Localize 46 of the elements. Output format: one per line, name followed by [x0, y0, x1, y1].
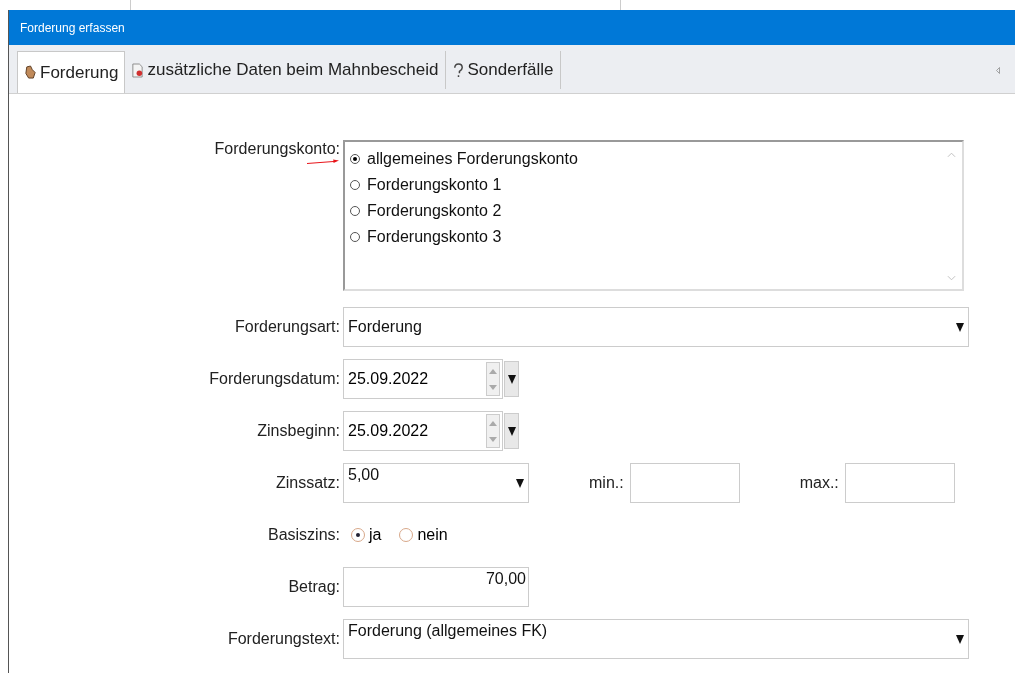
caret-icon — [956, 322, 964, 332]
input-field[interactable] — [629, 463, 740, 503]
field-label: Forderungskonto: — [214, 140, 340, 158]
dropdown-button[interactable] — [504, 413, 519, 449]
field-label: Forderungsart: — [235, 318, 340, 336]
input-field[interactable] — [844, 463, 955, 503]
scroll-up-icon[interactable] — [947, 152, 956, 158]
caret-icon — [956, 634, 964, 644]
option-label: ja — [369, 526, 382, 544]
field-label: Zinsbeginn: — [257, 422, 340, 440]
field-label: Zinssatz: — [276, 474, 340, 492]
option-label: Forderungskonto 3 — [367, 228, 502, 246]
account-option[interactable]: Forderungskonto 3 — [350, 224, 502, 250]
dropdown[interactable]: 5,00 — [343, 463, 529, 503]
amount-field[interactable]: 70,00 — [343, 567, 529, 607]
radio-button[interactable] — [399, 528, 414, 542]
option-label: Forderungskonto 1 — [367, 176, 502, 194]
field-label: Forderungstext: — [227, 630, 340, 648]
hand-icon — [24, 65, 37, 80]
tab[interactable]: zusätzliche Daten beim Mahnbescheid — [125, 51, 446, 89]
document-icon — [131, 62, 145, 78]
field-label: Forderungsdatum: — [209, 370, 340, 388]
account-option[interactable]: Forderungskonto 2 — [350, 198, 502, 224]
tab[interactable]: Sonderfälle — [445, 51, 561, 89]
account-option[interactable]: allgemeines Forderungskonto — [350, 146, 578, 172]
caret-icon — [516, 478, 524, 488]
account-option[interactable]: Forderungskonto 1 — [350, 172, 502, 198]
option-label: allgemeines Forderungskonto — [367, 150, 578, 168]
window-title: Forderung erfassen — [20, 20, 125, 35]
scroll-down-icon[interactable] — [947, 275, 956, 281]
question-icon — [451, 62, 465, 78]
date-field[interactable]: 25.09.2022 — [343, 359, 503, 399]
scroll-left-icon[interactable] — [995, 66, 1001, 75]
field-label: max.: — [799, 474, 839, 492]
radio-button[interactable] — [351, 528, 365, 542]
dropdown[interactable]: Forderung — [343, 307, 969, 347]
tab[interactable]: Forderung — [17, 51, 126, 93]
option-label: Forderungskonto 2 — [367, 202, 502, 220]
dropdown-button[interactable] — [504, 361, 519, 397]
account-list[interactable]: allgemeines Forderungskonto Forderungskonto 1 Forderungskonto 2 Forderungskonto 3 — [343, 140, 964, 291]
date-field[interactable]: 25.09.2022 — [343, 411, 503, 451]
option-label: nein — [417, 526, 448, 544]
field-label: Basiszins: — [267, 526, 340, 544]
field-label: Betrag: — [288, 578, 340, 596]
dropdown[interactable]: Forderung (allgemeines FK) — [343, 619, 969, 659]
field-label: min.: — [589, 474, 624, 492]
